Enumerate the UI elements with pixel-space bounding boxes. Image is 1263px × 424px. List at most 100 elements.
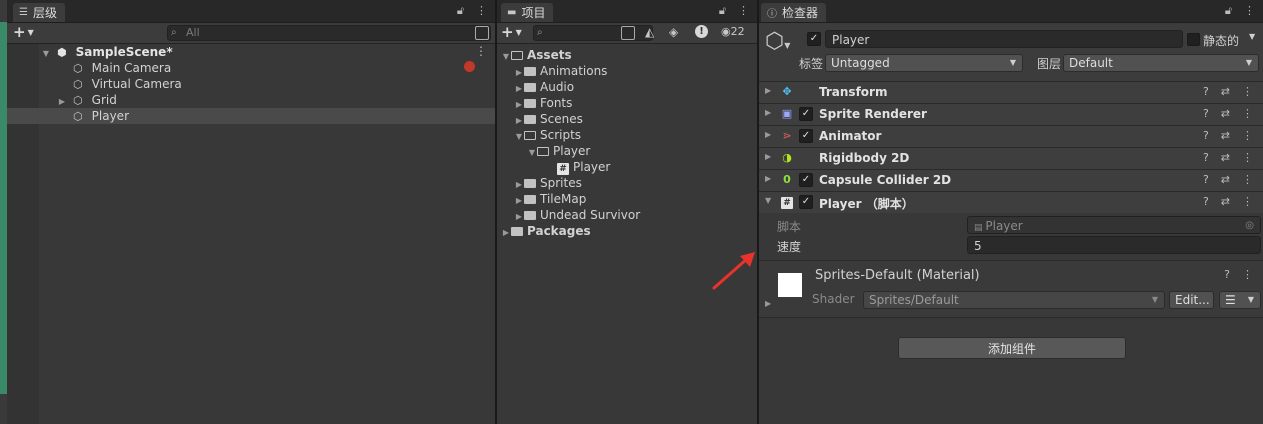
- component-sprite-renderer[interactable]: ▶ ▣ ✓ Sprite Renderer ? ⇄ ⋮: [759, 103, 1263, 125]
- folder-fonts[interactable]: ▶ Fonts: [514, 95, 572, 111]
- preset-icon[interactable]: ⇄: [1221, 107, 1230, 120]
- help-icon[interactable]: ?: [1203, 173, 1209, 186]
- filter-by-type-icon[interactable]: ◭: [645, 25, 654, 39]
- component-animator[interactable]: ▶ ⋗ ✓ Animator ? ⇄ ⋮: [759, 125, 1263, 147]
- speed-input[interactable]: 5: [967, 236, 1261, 254]
- component-transform[interactable]: ▶ ✥ Transform ? ⇄ ⋮: [759, 81, 1263, 103]
- tab-project[interactable]: ▬ 项目: [501, 3, 554, 22]
- chevron-down-icon: ▼: [1009, 58, 1016, 67]
- chevron-right-icon[interactable]: ▶: [765, 130, 771, 139]
- chevron-down-icon[interactable]: ▼: [41, 46, 51, 62]
- shader-edit-button[interactable]: Edit...: [1169, 291, 1214, 309]
- hierarchy-item-virtual-camera[interactable]: ⬡ Virtual Camera: [57, 76, 182, 92]
- folder-icon: [524, 115, 536, 124]
- folder-scenes[interactable]: ▶ Scenes: [514, 111, 583, 127]
- preset-icon[interactable]: ⇄: [1221, 173, 1230, 186]
- shader-dropdown[interactable]: Sprites/Default ▼: [863, 291, 1165, 309]
- folder-tilemap[interactable]: ▶ TileMap: [514, 191, 586, 207]
- scene-row[interactable]: ▼ ⬢ SampleScene*: [41, 44, 173, 60]
- hierarchy-item-player[interactable]: ⬡ Player: [57, 108, 129, 124]
- folder-assets[interactable]: ▼ Assets: [501, 47, 572, 63]
- tag-dropdown[interactable]: Untagged ▼: [825, 54, 1023, 72]
- hidden-packages-toggle[interactable]: ◉22: [721, 25, 745, 38]
- lock-icon[interactable]: 🔓︎: [1225, 4, 1232, 18]
- folder-sprites[interactable]: ▶ Sprites: [514, 175, 582, 191]
- folder-icon: [524, 83, 536, 92]
- layer-dropdown[interactable]: Default ▼: [1063, 54, 1259, 72]
- hierarchy-item-grid[interactable]: ▶ ⬡ Grid: [57, 92, 117, 108]
- folder-packages[interactable]: ▶ Packages: [501, 223, 591, 239]
- help-icon[interactable]: ?: [1203, 85, 1209, 98]
- preset-icon[interactable]: ⇄: [1221, 151, 1230, 164]
- enabled-checkbox[interactable]: ✓: [799, 173, 813, 187]
- tab-hierarchy[interactable]: ☰ 层级: [13, 3, 65, 22]
- folder-icon: [524, 195, 536, 204]
- enabled-checkbox[interactable]: ✓: [799, 195, 813, 209]
- active-checkbox[interactable]: ✓: [807, 32, 821, 46]
- chevron-right-icon[interactable]: ▶: [765, 108, 771, 117]
- help-icon[interactable]: ?: [1224, 268, 1230, 281]
- chevron-right-icon[interactable]: ▶: [765, 174, 771, 183]
- shader-options-dropdown[interactable]: ☰ ▼: [1219, 291, 1261, 309]
- kebab-menu-icon[interactable]: ⋮: [738, 4, 749, 18]
- kebab-menu-icon[interactable]: ⋮: [1242, 268, 1253, 281]
- kebab-menu-icon[interactable]: ⋮: [1242, 107, 1253, 120]
- script-player[interactable]: # Player: [557, 159, 610, 175]
- component-capsule-collider-2d[interactable]: ▶ 0 ✓ Capsule Collider 2D ? ⇄ ⋮: [759, 169, 1263, 191]
- kebab-menu-icon[interactable]: ⋮: [476, 4, 487, 18]
- preset-icon[interactable]: ⇄: [1221, 85, 1230, 98]
- add-component-button[interactable]: 添加组件: [898, 337, 1126, 359]
- static-checkbox[interactable]: [1187, 33, 1200, 46]
- gameobject-cube-icon[interactable]: ⬡▼: [765, 31, 790, 57]
- folder-scripts-player[interactable]: ▼ Player: [527, 143, 590, 159]
- object-picker-icon[interactable]: ◎: [1245, 217, 1254, 235]
- chevron-right-icon[interactable]: ▶: [765, 299, 771, 308]
- kebab-menu-icon[interactable]: ⋮: [1242, 129, 1253, 142]
- project-toolbar: + ▼ ⌕ ◭ ◈ ! ◉22: [497, 23, 757, 44]
- material-name: Sprites-Default (Material): [815, 268, 980, 283]
- warning-filter-icon[interactable]: !: [695, 25, 708, 38]
- static-dropdown-icon[interactable]: ▼: [1249, 32, 1255, 41]
- chevron-down-icon[interactable]: ▼: [765, 196, 771, 205]
- speed-field-label: 速度: [777, 240, 802, 254]
- kebab-menu-icon[interactable]: ⋮: [1244, 4, 1255, 18]
- help-icon[interactable]: ?: [1203, 151, 1209, 164]
- chevron-right-icon[interactable]: ▶: [501, 225, 511, 241]
- create-button[interactable]: + ▼: [13, 23, 34, 42]
- kebab-menu-icon[interactable]: ⋮: [1242, 173, 1253, 186]
- search-by-type-icon[interactable]: [621, 26, 635, 40]
- chevron-right-icon[interactable]: ▶: [765, 86, 771, 95]
- chevron-down-icon[interactable]: ▼: [514, 129, 524, 145]
- chevron-down-icon[interactable]: ▼: [527, 145, 537, 161]
- folder-scripts[interactable]: ▼ Scripts: [514, 127, 581, 143]
- filter-by-label-icon[interactable]: ◈: [669, 25, 678, 39]
- hierarchy-item-main-camera[interactable]: ⬡ Main Camera: [57, 60, 171, 76]
- chevron-down-icon[interactable]: ▼: [501, 49, 511, 65]
- hierarchy-search-input[interactable]: ⌕ All: [167, 25, 491, 41]
- preset-icon[interactable]: ⇄: [1221, 195, 1230, 208]
- folder-audio[interactable]: ▶ Audio: [514, 79, 574, 95]
- scene-menu-icon[interactable]: ⋮: [475, 44, 487, 58]
- help-icon[interactable]: ?: [1203, 195, 1209, 208]
- cinemachine-brain-icon: [464, 61, 475, 72]
- help-icon[interactable]: ?: [1203, 107, 1209, 120]
- enabled-checkbox[interactable]: ✓: [799, 129, 813, 143]
- help-icon[interactable]: ?: [1203, 129, 1209, 142]
- object-name-field[interactable]: Player: [825, 30, 1183, 48]
- kebab-menu-icon[interactable]: ⋮: [1242, 195, 1253, 208]
- lock-icon[interactable]: 🔓︎: [719, 4, 726, 18]
- create-asset-button[interactable]: + ▼: [501, 23, 522, 42]
- lock-icon[interactable]: 🔓︎: [457, 4, 464, 18]
- kebab-menu-icon[interactable]: ⋮: [1242, 151, 1253, 164]
- enabled-checkbox[interactable]: ✓: [799, 107, 813, 121]
- chevron-right-icon[interactable]: ▶: [765, 152, 771, 161]
- component-player-script[interactable]: ▼ # ✓ Player （脚本） ? ⇄ ⋮: [759, 191, 1263, 213]
- folder-animations[interactable]: ▶ Animations: [514, 63, 608, 79]
- tab-inspector[interactable]: ⓘ 检查器: [761, 3, 827, 22]
- component-rigidbody-2d[interactable]: ▶ ◑ Rigidbody 2D ? ⇄ ⋮: [759, 147, 1263, 169]
- project-search-input[interactable]: ⌕: [533, 25, 653, 41]
- preset-icon[interactable]: ⇄: [1221, 129, 1230, 142]
- folder-undead-survivor[interactable]: ▶ Undead Survivor: [514, 207, 640, 223]
- kebab-menu-icon[interactable]: ⋮: [1242, 85, 1253, 98]
- search-options-icon[interactable]: [475, 26, 489, 40]
